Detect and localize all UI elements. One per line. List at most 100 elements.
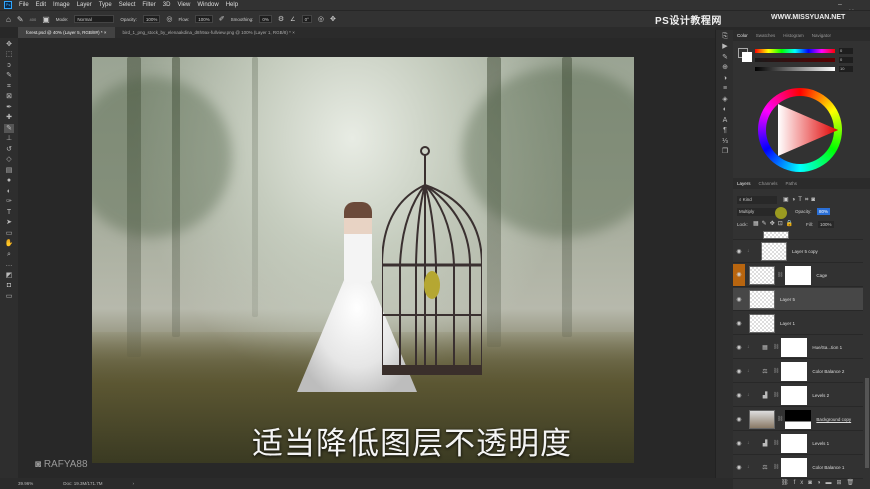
adjustments-icon[interactable]: ◑ bbox=[720, 74, 730, 83]
layer-row[interactable]: ◉ ↓ Layer 5 copy bbox=[733, 240, 863, 263]
saturation-slider[interactable] bbox=[755, 58, 835, 62]
brush-size[interactable]: 400 bbox=[30, 17, 37, 22]
menu-window[interactable]: Window bbox=[197, 2, 218, 8]
pressure-opacity-icon[interactable]: ◎ bbox=[166, 15, 172, 23]
menu-type[interactable]: Type bbox=[99, 2, 112, 8]
move-tool-icon[interactable]: ✥ bbox=[4, 40, 14, 49]
document-canvas[interactable] bbox=[92, 57, 634, 463]
screen-mode-icon[interactable]: ▭ bbox=[4, 292, 14, 301]
eye-icon[interactable]: ◉ bbox=[733, 344, 745, 351]
layer-row[interactable]: ◉ ↓ ▟ ⛓ Levels 2 bbox=[733, 384, 863, 407]
zoom-tool-icon[interactable]: ⌕ bbox=[4, 250, 14, 259]
layer-mask-thumbnail[interactable] bbox=[781, 385, 808, 405]
layer-opacity-field[interactable]: 80% bbox=[817, 208, 831, 215]
properties-icon[interactable]: ≡ bbox=[720, 84, 730, 93]
mode-select[interactable]: Normal bbox=[74, 15, 115, 23]
more-tools-icon[interactable]: … bbox=[4, 260, 14, 269]
layer-name[interactable]: Background copy bbox=[816, 417, 851, 422]
tab-forest[interactable]: forest.psd @ 40% (Layer 5, RGB/8#) * × bbox=[18, 27, 115, 38]
tab-swatches[interactable]: Swatches bbox=[756, 33, 776, 38]
tab-color[interactable]: Color bbox=[737, 33, 748, 38]
crop-tool-icon[interactable]: ⌗ bbox=[4, 82, 14, 91]
menu-image[interactable]: Image bbox=[53, 2, 70, 8]
eye-icon[interactable]: ◉ bbox=[733, 368, 745, 375]
fill-field[interactable]: 100% bbox=[818, 221, 834, 228]
layer-row-selected[interactable]: ◉ Layer 5 bbox=[733, 288, 863, 311]
marquee-tool-icon[interactable]: ⬚ bbox=[4, 50, 14, 59]
layer-name[interactable]: Levels 1 bbox=[812, 441, 829, 446]
hue-value[interactable]: 0 bbox=[839, 48, 853, 54]
eye-icon[interactable]: ◉ bbox=[733, 392, 745, 399]
smoothing-field[interactable]: 0% bbox=[259, 15, 272, 23]
healing-tool-icon[interactable]: ✚ bbox=[4, 113, 14, 122]
layer-name[interactable]: Layer 5 bbox=[780, 297, 795, 302]
character-icon[interactable]: A bbox=[720, 116, 730, 125]
eye-icon[interactable]: ◉ bbox=[733, 464, 745, 471]
path-select-icon[interactable]: ➤ bbox=[4, 218, 14, 227]
status-arrow-icon[interactable]: › bbox=[133, 481, 135, 486]
brush-tool-icon[interactable]: ✎ bbox=[4, 123, 14, 133]
lock-icons[interactable]: ▦✎✥⊡🔒 bbox=[753, 220, 796, 227]
frame-tool-icon[interactable]: ⊠ bbox=[4, 92, 14, 101]
tab-channels[interactable]: Channels bbox=[759, 181, 778, 186]
layer-row[interactable]: ◉ ↓ ▟ ⛓ Levels 1 bbox=[733, 432, 863, 455]
quick-select-tool-icon[interactable]: ✎ bbox=[4, 71, 14, 80]
opacity-field[interactable]: 100% bbox=[142, 15, 161, 23]
menu-select[interactable]: Select bbox=[119, 2, 136, 8]
color-swatches-icon[interactable]: ◩ bbox=[4, 271, 14, 280]
layer-name[interactable]: Cage bbox=[816, 273, 827, 278]
eyedropper-tool-icon[interactable]: ✒ bbox=[4, 103, 14, 112]
styles-icon[interactable]: ◐ bbox=[720, 105, 730, 114]
blur-tool-icon[interactable]: ● bbox=[4, 176, 14, 185]
brightness-slider[interactable] bbox=[755, 67, 835, 71]
layer-name[interactable]: Hue/Sa...tion 1 bbox=[812, 345, 842, 350]
layer-mask-thumbnail[interactable] bbox=[785, 265, 812, 285]
menu-file[interactable]: File bbox=[19, 2, 29, 8]
quick-mask-icon[interactable]: ◘ bbox=[4, 281, 14, 290]
layer-name[interactable]: Layer 5 copy bbox=[792, 249, 818, 254]
tab-navigator[interactable]: Navigator bbox=[812, 33, 831, 38]
menu-layer[interactable]: Layer bbox=[77, 2, 92, 8]
airbrush-icon[interactable]: ✐ bbox=[219, 15, 225, 23]
symmetry-icon[interactable]: ✥ bbox=[330, 15, 336, 23]
eye-icon[interactable]: ◉ bbox=[733, 296, 745, 303]
tab-paths[interactable]: Paths bbox=[786, 181, 798, 186]
menu-edit[interactable]: Edit bbox=[36, 2, 46, 8]
layer-mask-thumbnail[interactable] bbox=[781, 457, 808, 477]
layer-mask-thumbnail[interactable] bbox=[785, 409, 812, 429]
brush-tool-icon[interactable]: ✎ bbox=[17, 15, 24, 24]
pressure-size-icon[interactable]: ◎ bbox=[318, 15, 324, 23]
menu-help[interactable]: Help bbox=[226, 2, 238, 8]
saturation-value[interactable]: 0 bbox=[839, 57, 853, 63]
layer-row[interactable]: ◉ ⛓ Background copy bbox=[733, 408, 863, 431]
shape-tool-icon[interactable]: ▭ bbox=[4, 229, 14, 238]
layer-row[interactable]: ◉ ↓ ▦ ⛓ Hue/Sa...tion 1 bbox=[733, 336, 863, 359]
layer-filter-icons[interactable]: ▣◑T⌗◙ bbox=[783, 196, 818, 204]
brush-settings-icon[interactable]: ▣ bbox=[42, 15, 50, 24]
eye-icon[interactable]: ◉ bbox=[733, 416, 745, 423]
dodge-tool-icon[interactable]: ◐ bbox=[4, 187, 14, 196]
lasso-tool-icon[interactable]: ↄ bbox=[4, 61, 14, 70]
layer-mask-thumbnail[interactable] bbox=[781, 433, 808, 453]
gear-icon[interactable]: ⚙ bbox=[278, 15, 284, 23]
layer-name[interactable]: Color Balance 2 bbox=[812, 369, 844, 374]
eye-icon[interactable]: ◉ bbox=[733, 264, 745, 286]
history-icon[interactable]: ⎘ bbox=[720, 32, 730, 41]
layer-filter-select[interactable]: ⌕ Kind bbox=[737, 196, 777, 204]
glyphs-icon[interactable]: ⅓ bbox=[720, 137, 730, 146]
layer-footer-icons[interactable]: ⛓fx◙◑▬⊞🗑 bbox=[781, 479, 859, 486]
eraser-tool-icon[interactable]: ◇ bbox=[4, 155, 14, 164]
layer-row-partial[interactable] bbox=[733, 230, 863, 240]
layer-mask-thumbnail[interactable] bbox=[781, 337, 808, 357]
pen-tool-icon[interactable]: ✑ bbox=[4, 197, 14, 206]
menu-filter[interactable]: Filter bbox=[142, 2, 155, 8]
layer-name[interactable]: Layer 1 bbox=[780, 321, 795, 326]
layer-row[interactable]: ◉ ↓ ⚖ ⛓ Color Balance 1 bbox=[733, 456, 863, 479]
brightness-value[interactable]: 10 bbox=[839, 66, 853, 72]
clone-source-icon[interactable]: ⊕ bbox=[720, 63, 730, 72]
brush-settings-icon[interactable]: ✎ bbox=[720, 53, 730, 62]
home-icon[interactable]: ⌂ bbox=[6, 15, 11, 24]
menu-3d[interactable]: 3D bbox=[163, 2, 171, 8]
layer-comps-icon[interactable]: ❐ bbox=[720, 147, 730, 156]
hue-slider[interactable] bbox=[755, 49, 835, 53]
